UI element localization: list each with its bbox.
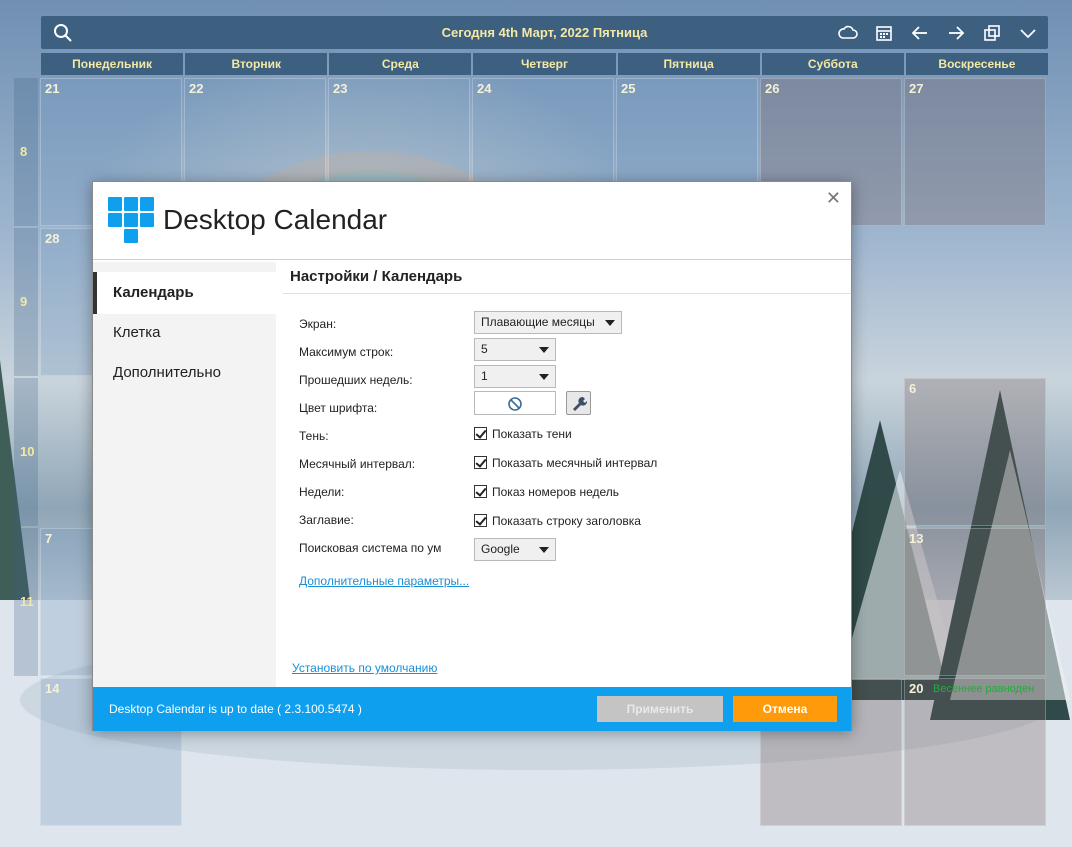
week-number: 8 bbox=[14, 78, 38, 226]
today-title: Сегодня 4th Март, 2022 Пятница bbox=[441, 25, 648, 40]
weekday-label: Воскресенье bbox=[905, 53, 1048, 75]
divider bbox=[283, 293, 851, 294]
calendar-toolbar: Сегодня 4th Март, 2022 Пятница bbox=[41, 16, 1048, 49]
font-color-swatch[interactable] bbox=[474, 391, 556, 415]
weekday-label: Пятница bbox=[617, 53, 760, 75]
dialog-footer: Desktop Calendar is up to date ( 2.3.100… bbox=[93, 687, 851, 731]
weekday-label: Четверг bbox=[473, 53, 616, 75]
wrench-button[interactable] bbox=[566, 391, 591, 415]
past-weeks-select[interactable]: 1 bbox=[474, 365, 556, 388]
day-cell[interactable]: 20 Весеннее равноден bbox=[904, 678, 1046, 826]
apply-button[interactable]: Применить bbox=[597, 696, 723, 722]
past-weeks-label: Прошедших недель: bbox=[299, 373, 413, 387]
day-number: 22 bbox=[189, 81, 204, 96]
title-label: Заглавие: bbox=[299, 513, 354, 527]
shadow-label: Тень: bbox=[299, 429, 329, 443]
weekday-label: Вторник bbox=[185, 53, 328, 75]
day-number: 25 bbox=[621, 81, 636, 96]
content-title: Настройки / Календарь bbox=[290, 268, 463, 285]
reset-defaults-link[interactable]: Установить по умолчанию bbox=[292, 661, 437, 675]
search-engine-label: Поисковая система по ум bbox=[299, 541, 442, 555]
screen-label: Экран: bbox=[299, 317, 337, 331]
day-number: 24 bbox=[477, 81, 492, 96]
max-rows-select[interactable]: 5 bbox=[474, 338, 556, 361]
day-number: 26 bbox=[765, 81, 780, 96]
weekday-header: Понедельник Вторник Среда Четверг Пятниц… bbox=[41, 53, 1048, 75]
day-number: 23 bbox=[333, 81, 348, 96]
settings-dialog: Desktop Calendar ✕ Календарь Клетка Допо… bbox=[92, 181, 852, 731]
day-number: 14 bbox=[45, 681, 60, 696]
advanced-settings-link[interactable]: Дополнительные параметры... bbox=[299, 574, 469, 588]
day-number: 20 bbox=[909, 681, 924, 696]
no-color-icon bbox=[508, 397, 522, 411]
wrench-icon bbox=[573, 396, 588, 411]
font-color-label: Цвет шрифта: bbox=[299, 401, 378, 415]
day-cell[interactable]: 13 bbox=[904, 528, 1046, 676]
sidebar-item-cell[interactable]: Клетка bbox=[93, 312, 276, 354]
day-number: 27 bbox=[909, 81, 924, 96]
day-number: 6 bbox=[909, 381, 917, 396]
arrow-right-icon[interactable] bbox=[945, 22, 967, 44]
day-number: 28 bbox=[45, 231, 60, 246]
sidebar-item-advanced[interactable]: Дополнительно bbox=[93, 352, 276, 394]
week-number: 10 bbox=[14, 378, 38, 526]
day-cell[interactable]: 6 bbox=[904, 378, 1046, 526]
shadow-checkbox-label: Показать тени bbox=[492, 427, 572, 441]
dialog-title: Desktop Calendar bbox=[163, 204, 388, 235]
month-interval-checkbox[interactable] bbox=[474, 456, 487, 469]
weekday-label: Среда bbox=[329, 53, 472, 75]
close-icon[interactable]: ✕ bbox=[826, 188, 841, 209]
chevron-down-icon bbox=[539, 547, 549, 553]
app-logo-icon bbox=[108, 197, 154, 245]
screen-select[interactable]: Плавающие месяцы bbox=[474, 311, 622, 334]
copy-icon[interactable] bbox=[981, 22, 1003, 44]
cancel-button[interactable]: Отмена bbox=[733, 696, 837, 722]
chevron-down-icon bbox=[539, 347, 549, 353]
week-numbers-checkbox-label: Показ номеров недель bbox=[492, 485, 620, 499]
chevron-down-icon bbox=[539, 374, 549, 380]
weekday-label: Понедельник bbox=[41, 53, 184, 75]
day-number: 13 bbox=[909, 531, 924, 546]
week-number: 11 bbox=[14, 528, 38, 676]
search-engine-select[interactable]: Google bbox=[474, 538, 556, 561]
month-interval-checkbox-label: Показать месячный интервал bbox=[492, 456, 658, 470]
settings-sidebar: Календарь Клетка Дополнительно bbox=[93, 262, 276, 687]
update-status: Desktop Calendar is up to date ( 2.3.100… bbox=[109, 702, 362, 716]
day-number: 7 bbox=[45, 531, 53, 546]
weeks-label: Недели: bbox=[299, 485, 345, 499]
chevron-down-icon[interactable] bbox=[1017, 22, 1039, 44]
day-number: 21 bbox=[45, 81, 60, 96]
max-rows-label: Максимум строк: bbox=[299, 345, 394, 359]
sidebar-item-calendar[interactable]: Календарь bbox=[93, 272, 276, 314]
event-label[interactable]: Весеннее равноден bbox=[933, 683, 1034, 695]
cloud-icon[interactable] bbox=[837, 22, 859, 44]
chevron-down-icon bbox=[605, 320, 615, 326]
calendar-icon[interactable] bbox=[873, 22, 895, 44]
weekday-label: Суббота bbox=[761, 53, 904, 75]
title-bar-checkbox[interactable] bbox=[474, 514, 487, 527]
week-number: 9 bbox=[14, 228, 38, 376]
shadow-checkbox[interactable] bbox=[474, 427, 487, 440]
arrow-left-icon[interactable] bbox=[909, 22, 931, 44]
month-interval-label: Месячный интервал: bbox=[299, 457, 416, 471]
day-cell[interactable]: 27 bbox=[904, 78, 1046, 226]
dialog-header: Desktop Calendar ✕ bbox=[93, 182, 851, 260]
week-numbers-checkbox[interactable] bbox=[474, 485, 487, 498]
title-bar-checkbox-label: Показать строку заголовка bbox=[492, 514, 641, 528]
